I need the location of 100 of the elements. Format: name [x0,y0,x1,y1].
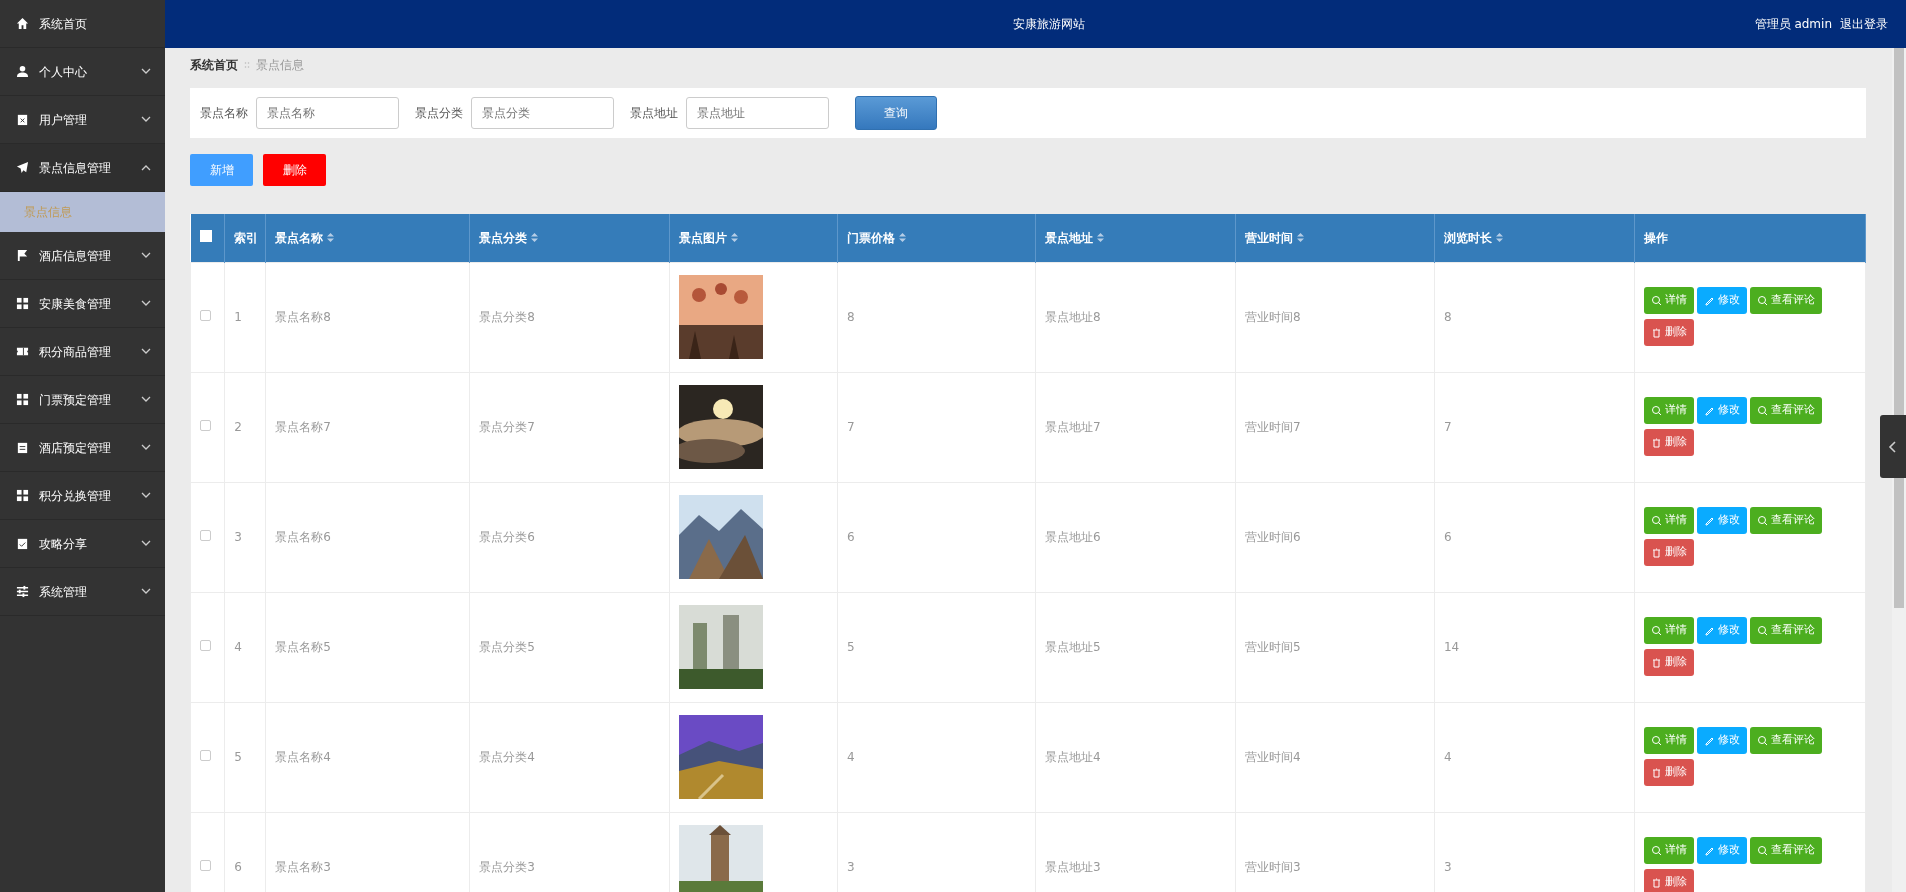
table-cell: 6 [234,860,242,874]
search-field[interactable]: 景点分类 [471,97,614,129]
sort-icon[interactable] [531,233,539,243]
sort-icon[interactable] [1495,233,1503,243]
sidebar-item[interactable]: 系统管理 [0,568,165,616]
delete-button[interactable]: 删除 [1643,869,1694,892]
table-cell: 景点名称7 [275,420,331,434]
row-checkbox[interactable] [200,750,211,761]
add-button[interactable]: 新增 [190,154,253,186]
select-all-checkbox[interactable] [199,229,212,242]
sidebar-item[interactable]: 安康美食管理 [0,280,165,328]
edit-button[interactable]: 修改 [1696,727,1747,754]
table-cell: 营业时间5 [1244,640,1301,654]
sidebar-item[interactable]: 酒店信息管理 [0,232,165,280]
column-header[interactable]: 门票价格 [847,228,907,247]
row-checkbox[interactable] [200,640,211,651]
chevron-icon [141,164,151,171]
table-cell: 营业时间4 [1244,750,1301,764]
trash-icon [1650,547,1662,558]
search-icon [1756,295,1768,306]
column-header[interactable]: 景点图片 [679,228,739,247]
grid-icon [16,393,29,406]
comments-button[interactable]: 查看评论 [1749,507,1822,534]
edit-button[interactable]: 修改 [1696,397,1747,424]
column-header[interactable]: 浏览时长 [1443,228,1503,247]
delete-button[interactable]: 删除 [1643,649,1694,676]
detail-button[interactable]: 详情 [1643,727,1694,754]
table-cell: 7 [1443,420,1452,434]
edit-button[interactable]: 修改 [1696,507,1747,534]
pencil-icon [1703,735,1715,746]
search-icon [1650,625,1662,636]
column-header[interactable]: 景点地址 [1045,228,1104,247]
table-cell: 景点地址7 [1045,420,1101,434]
field-label: 景点地址 [630,105,678,122]
comments-button[interactable]: 查看评论 [1749,287,1822,314]
delete-button[interactable]: 删除 [263,154,326,186]
paper-plane-icon [16,161,29,174]
grid-icon [16,297,29,310]
table-cell: 景点分类3 [479,860,535,874]
table-cell: 营业时间3 [1244,860,1301,874]
sort-icon[interactable] [1097,233,1104,243]
pencil-icon [1703,405,1715,416]
edit-button[interactable]: 修改 [1696,287,1747,314]
comments-button[interactable]: 查看评论 [1749,617,1822,644]
delete-button[interactable]: 删除 [1643,429,1694,456]
search-field[interactable]: 景点名称 [256,97,399,129]
search-icon [1650,515,1662,526]
sidebar-item[interactable]: 个人中心 [0,48,165,96]
sort-icon[interactable] [1296,233,1304,243]
chevron-icon [141,252,151,259]
comments-button[interactable]: 查看评论 [1749,727,1822,754]
collapse-handle[interactable] [1880,415,1906,478]
breadcrumb-item[interactable]: 景点信息 [256,56,304,74]
column-header[interactable]: 营业时间 [1244,228,1304,247]
row-checkbox[interactable] [200,420,211,431]
column-header[interactable]: 操作 [1643,228,1668,247]
column-header[interactable]: 景点分类 [479,228,539,247]
table-cell: 景点名称3 [275,860,331,874]
detail-button[interactable]: 详情 [1643,837,1694,864]
comments-button[interactable]: 查看评论 [1749,397,1822,424]
row-checkbox[interactable] [200,860,211,871]
detail-button[interactable]: 详情 [1643,507,1694,534]
sidebar-item[interactable]: 酒店预定管理 [0,424,165,472]
pencil-icon [1703,625,1715,636]
scrollbar[interactable] [1892,48,1906,892]
clipboard-icon [16,113,29,126]
detail-button[interactable]: 详情 [1643,397,1694,424]
column-header[interactable]: 景点名称 [275,228,335,247]
delete-button[interactable]: 删除 [1643,759,1694,786]
pencil-icon [1703,515,1715,526]
row-checkbox[interactable] [200,310,211,321]
table-cell: 6 [847,530,855,544]
separator-icon [244,61,250,69]
edit-button[interactable]: 修改 [1696,617,1747,644]
sidebar-item[interactable]: 积分兑换管理 [0,472,165,520]
chevron-icon [141,444,151,451]
sort-icon[interactable] [899,233,907,243]
delete-button[interactable]: 删除 [1643,539,1694,566]
sidebar-item[interactable]: 积分商品管理 [0,328,165,376]
sidebar-item[interactable]: 景点信息管理 [0,144,165,192]
search-field[interactable]: 景点地址 [686,97,829,129]
logout-link[interactable]: 退出登录 [1840,15,1888,33]
field-label: 景点分类 [415,105,463,122]
edit-button[interactable]: 修改 [1696,837,1747,864]
breadcrumb-item[interactable]: 系统首页 [190,56,238,74]
sort-icon[interactable] [731,233,739,243]
search-icon [1756,845,1768,856]
delete-button[interactable]: 删除 [1643,319,1694,346]
sort-icon[interactable] [327,233,335,243]
table-cell: 3 [1443,860,1452,874]
detail-button[interactable]: 详情 [1643,287,1694,314]
sidebar-item[interactable]: 门票预定管理 [0,376,165,424]
chevron-icon [141,300,151,307]
row-checkbox[interactable] [200,530,211,541]
detail-button[interactable]: 详情 [1643,617,1694,644]
search-button[interactable]: 查询 [855,96,937,130]
sidebar-item[interactable]: 攻略分享 [0,520,165,568]
comments-button[interactable]: 查看评论 [1749,837,1822,864]
search-icon [1756,625,1768,636]
table-cell: 4 [234,640,242,654]
